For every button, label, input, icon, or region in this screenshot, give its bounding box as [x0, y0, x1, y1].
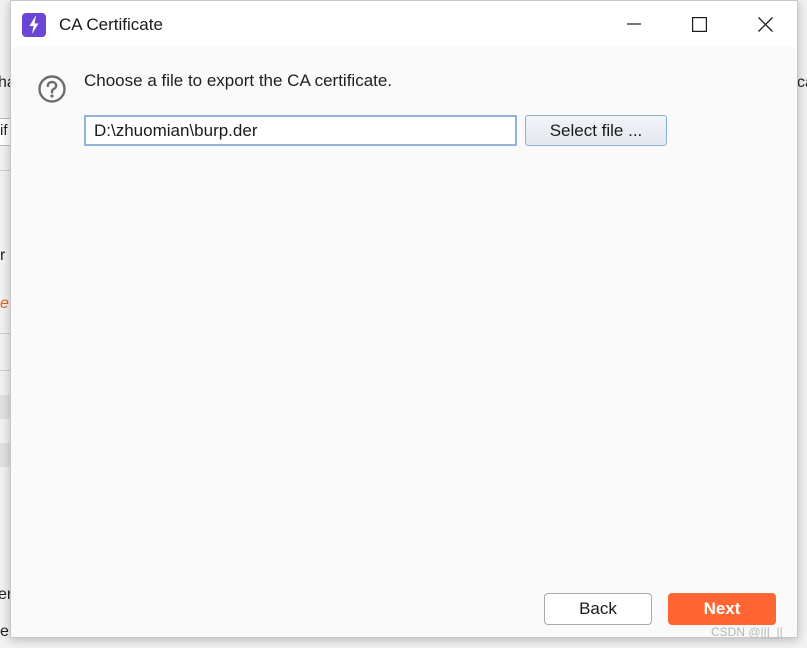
- background-text: ca: [797, 74, 807, 91]
- back-button[interactable]: Back: [544, 593, 652, 625]
- question-circle-icon: [37, 74, 67, 104]
- background-text: e: [0, 295, 9, 312]
- maximize-icon: [691, 16, 707, 32]
- watermark: CSDN @|||_||: [711, 625, 783, 639]
- minimize-icon: [627, 23, 641, 25]
- background-text: e: [0, 623, 9, 640]
- file-path-input[interactable]: [84, 115, 517, 146]
- maximize-button[interactable]: [669, 1, 729, 47]
- title-bar[interactable]: CA Certificate: [11, 1, 797, 47]
- close-button[interactable]: [735, 1, 795, 47]
- ca-certificate-dialog: CA Certificate Choose a file to export t…: [10, 0, 798, 638]
- minimize-button[interactable]: [604, 1, 664, 47]
- export-prompt-text: Choose a file to export the CA certifica…: [84, 71, 393, 90]
- background-text: if: [0, 122, 8, 139]
- select-file-button[interactable]: Select file ...: [525, 115, 667, 146]
- burp-lightning-icon: [22, 13, 46, 37]
- next-button[interactable]: Next: [668, 593, 776, 625]
- close-icon: [757, 16, 773, 32]
- background-text: r: [0, 247, 6, 264]
- window-title: CA Certificate: [59, 15, 163, 34]
